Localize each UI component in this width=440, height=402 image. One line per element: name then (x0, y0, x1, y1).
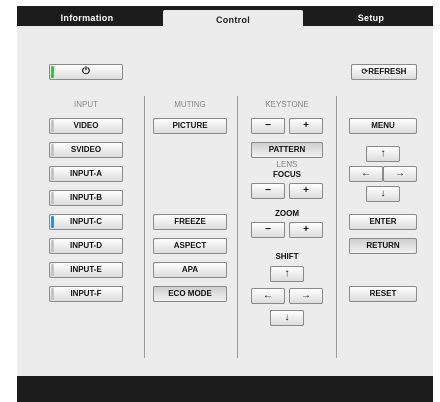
input-svideo-button[interactable]: SVIDEO (49, 142, 123, 158)
aspect-button[interactable]: ASPECT (153, 238, 227, 254)
divider-2 (237, 96, 238, 358)
freeze-button[interactable]: FREEZE (153, 214, 227, 230)
keystone-header: KEYSTONE (265, 100, 309, 109)
input-indicator (51, 144, 54, 156)
input-e-button[interactable]: INPUT-E (49, 262, 123, 278)
input-label: INPUT-D (70, 241, 102, 250)
lens-header: LENS (276, 160, 298, 169)
input-label: VIDEO (73, 121, 99, 130)
input-indicator (51, 192, 54, 204)
shift-left-arrow-icon[interactable]: ← (251, 288, 285, 304)
input-b-button[interactable]: INPUT-B (49, 190, 123, 206)
focus-label: FOCUS (273, 170, 301, 179)
eco-mode-button[interactable]: ECO MODE (153, 286, 227, 302)
input-a-button[interactable]: INPUT-A (49, 166, 123, 182)
apa-button[interactable]: APA (153, 262, 227, 278)
input-d-button[interactable]: INPUT-D (49, 238, 123, 254)
input-indicator (51, 168, 54, 180)
input-label: INPUT-C (70, 217, 102, 226)
zoom-plus-button[interactable]: + (289, 222, 323, 238)
input-label: SVIDEO (70, 145, 102, 154)
shift-label: SHIFT (275, 252, 299, 261)
refresh-button[interactable]: ⟳REFRESH (351, 64, 417, 80)
input-label: INPUT-F (70, 289, 102, 298)
nav-left-arrow-icon[interactable]: ← (349, 166, 383, 182)
shift-down-arrow-icon[interactable]: ↓ (270, 310, 304, 326)
control-panel: ⏻ ⟳REFRESH INPUT VIDEO SVIDEO INPUT-A IN… (17, 26, 433, 376)
input-indicator (51, 288, 54, 300)
reset-button[interactable]: RESET (349, 286, 417, 302)
divider-3 (336, 96, 337, 358)
focus-minus-button[interactable]: − (251, 183, 285, 199)
keystone-plus-button[interactable]: + (289, 118, 323, 134)
focus-plus-button[interactable]: + (289, 183, 323, 199)
input-indicator-selected (51, 216, 54, 228)
shift-up-arrow-icon[interactable]: ↑ (270, 266, 304, 282)
input-indicator (51, 120, 54, 132)
shift-right-arrow-icon[interactable]: → (289, 288, 323, 304)
input-label: INPUT-E (70, 265, 102, 274)
power-indicator (51, 66, 54, 78)
input-header: INPUT (74, 100, 98, 109)
pattern-button[interactable]: PATTERN (251, 142, 323, 158)
status-bar (17, 376, 433, 402)
input-indicator (51, 264, 54, 276)
zoom-minus-button[interactable]: − (251, 222, 285, 238)
zoom-label: ZOOM (275, 209, 299, 218)
divider-1 (144, 96, 145, 358)
power-icon: ⏻ (82, 66, 90, 77)
nav-up-arrow-icon[interactable]: ↑ (366, 146, 400, 162)
refresh-label: REFRESH (368, 67, 407, 76)
picture-mute-button[interactable]: PICTURE (153, 118, 227, 134)
input-c-button[interactable]: INPUT-C (49, 214, 123, 230)
enter-button[interactable]: ENTER (349, 214, 417, 230)
nav-right-arrow-icon[interactable]: → (383, 166, 417, 182)
projector-control-window: Information Control Setup ⏻ ⟳REFRESH INP… (17, 0, 433, 402)
input-f-button[interactable]: INPUT-F (49, 286, 123, 302)
nav-down-arrow-icon[interactable]: ↓ (366, 186, 400, 202)
input-indicator (51, 240, 54, 252)
muting-header: MUTING (174, 100, 206, 109)
input-label: INPUT-B (70, 193, 102, 202)
input-label: INPUT-A (70, 169, 102, 178)
return-button[interactable]: RETURN (349, 238, 417, 254)
menu-button[interactable]: MENU (349, 118, 417, 134)
keystone-minus-button[interactable]: − (251, 118, 285, 134)
power-button[interactable]: ⏻ (49, 64, 123, 80)
input-video-button[interactable]: VIDEO (49, 118, 123, 134)
